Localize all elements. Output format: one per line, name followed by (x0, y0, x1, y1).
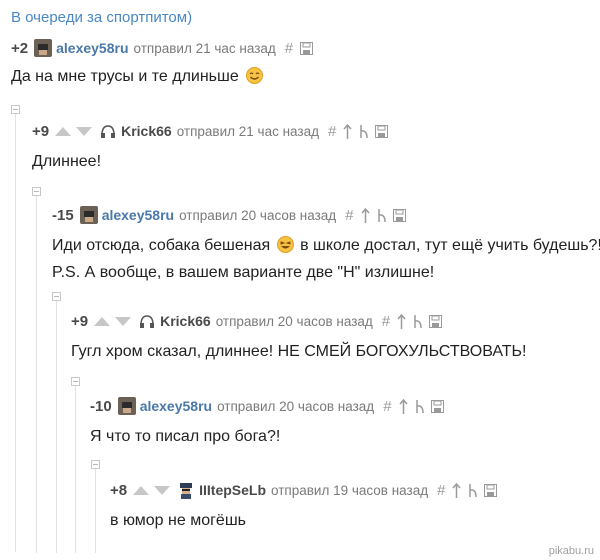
thread-line (15, 112, 16, 552)
collapse-toggle[interactable] (91, 460, 100, 469)
comment-text: Иди отсюда, собака бешеная (52, 237, 271, 254)
thread-line (56, 298, 57, 553)
comment-author[interactable]: Krick66 (121, 123, 172, 139)
parent-arrow-icon[interactable] (413, 314, 422, 329)
avatar[interactable] (138, 312, 157, 330)
avatar[interactable] (117, 397, 136, 415)
comment-timestamp: отправил 20 часов назад (179, 207, 337, 223)
parent-arrow-icon[interactable] (377, 208, 386, 223)
comment-author[interactable]: alexey58ru (102, 207, 174, 223)
comment-text: Длиннее! (32, 153, 102, 170)
vote-down-icon[interactable] (115, 316, 132, 326)
laugh-emoji-icon (276, 236, 294, 261)
save-icon[interactable] (375, 124, 389, 138)
hash-icon[interactable]: # (328, 123, 336, 140)
hash-icon[interactable]: # (383, 398, 391, 415)
comment-timestamp: отправил 21 час назад (133, 40, 276, 56)
thread-line (75, 383, 76, 553)
comment: +2 alexey58ru отправил 21 час назад # Да… (11, 37, 314, 92)
vote-up-icon[interactable] (133, 485, 150, 495)
comment-rating: +9 (32, 122, 50, 140)
arrow-up-icon[interactable] (398, 398, 408, 414)
hash-icon[interactable]: # (345, 207, 353, 224)
comment-author[interactable]: Krick66 (160, 313, 211, 329)
arrow-up-icon[interactable] (360, 207, 370, 223)
comment: -10 alexey58ru отправил 20 часов назад #… (90, 395, 444, 449)
comment-text: Гугл хром сказал, длиннее! НЕ СМЕЙ БОГОХ… (71, 343, 527, 360)
save-icon[interactable] (300, 41, 314, 55)
thread-line (95, 466, 96, 553)
comment-rating: -10 (90, 397, 112, 415)
comment-text: Я что то писал про бога?! (90, 428, 281, 445)
save-icon[interactable] (392, 208, 406, 222)
comment-timestamp: отправил 19 часов назад (271, 482, 429, 498)
vote-down-icon[interactable] (154, 485, 171, 495)
parent-arrow-icon[interactable] (415, 399, 424, 414)
collapse-toggle[interactable] (71, 377, 80, 386)
comment-rating: +9 (71, 312, 89, 330)
arrow-up-icon[interactable] (397, 313, 406, 329)
watermark: pikabu.ru (548, 545, 594, 557)
post-title[interactable]: В очереди за спортпитом) (11, 9, 192, 26)
comment-rating: +8 (110, 481, 128, 499)
comment-timestamp: отправил 20 часов назад (215, 313, 373, 329)
parent-arrow-icon[interactable] (468, 483, 478, 498)
comment-author[interactable]: alexey58ru (56, 40, 128, 56)
avatar[interactable] (34, 39, 53, 57)
comment-text-continued: в школе достал, тут ещё учить будешь?! (300, 237, 600, 254)
comment: -15 alexey58ru отправил 20 часов назад #… (52, 204, 600, 285)
hash-icon[interactable]: # (382, 313, 390, 330)
collapse-toggle[interactable] (32, 187, 41, 196)
save-icon[interactable] (430, 399, 444, 413)
avatar[interactable] (79, 206, 98, 224)
comment-rating: -15 (52, 206, 74, 224)
comment-text-line2: P.S. А вообще, в вашем варианте две "Н" … (52, 264, 435, 281)
vote-up-icon[interactable] (94, 316, 111, 326)
collapse-toggle[interactable] (11, 105, 20, 114)
smile-emoji-icon (246, 67, 264, 92)
thread-line (36, 193, 37, 553)
save-icon[interactable] (484, 483, 498, 497)
comment-timestamp: отправил 21 час назад (176, 123, 319, 139)
avatar[interactable] (177, 481, 196, 499)
comment-text: Да на мне трусы и те длиньше (11, 68, 239, 85)
parent-arrow-icon[interactable] (359, 124, 369, 139)
comment-author[interactable]: alexey58ru (140, 398, 212, 414)
comment-author[interactable]: IIItepSeLb (199, 482, 266, 498)
vote-up-icon[interactable] (55, 126, 72, 136)
comment: +9 Krick66 отправил 21 час назад # Длинн… (32, 120, 389, 174)
arrow-up-icon[interactable] (452, 482, 462, 498)
comment: +8 IIItepSeLb отправил 19 часов назад # … (110, 479, 498, 533)
avatar[interactable] (99, 122, 118, 140)
save-icon[interactable] (429, 314, 443, 328)
collapse-toggle[interactable] (52, 292, 61, 301)
arrow-up-icon[interactable] (343, 123, 352, 139)
hash-icon[interactable]: # (437, 482, 445, 499)
comment-rating: +2 (11, 39, 29, 57)
vote-down-icon[interactable] (76, 126, 93, 136)
hash-icon[interactable]: # (285, 40, 293, 57)
comment-timestamp: отправил 20 часов назад (217, 398, 375, 414)
comment: +9 Krick66 отправил 20 часов назад # Гуг… (71, 310, 526, 364)
comment-text: в юмор не могёшь (110, 512, 246, 529)
